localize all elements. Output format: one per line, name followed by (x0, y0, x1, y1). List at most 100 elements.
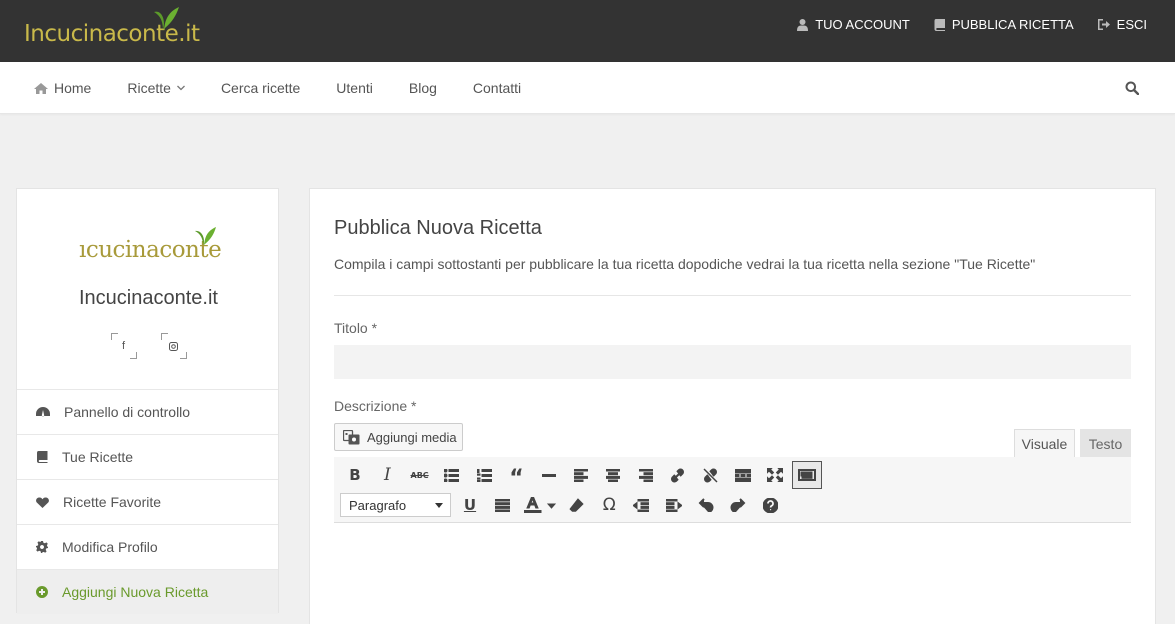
menu-item-my-recipes[interactable]: Tue Ricette (17, 434, 278, 479)
add-media-button[interactable]: Aggiungi media (334, 423, 463, 451)
home-icon (34, 82, 48, 94)
justify-button[interactable] (487, 491, 517, 519)
nav-item-home-label: Home (54, 80, 92, 96)
search-icon[interactable] (1125, 81, 1139, 95)
heart-icon (36, 496, 49, 508)
format-select-value: Paragrafo (349, 497, 407, 513)
nav-item-blog[interactable]: Blog (409, 80, 437, 96)
menu-item-favorites-label: Ricette Favorite (63, 494, 162, 510)
description-label: Descrizione * (334, 398, 417, 414)
bold-button[interactable]: B (340, 461, 370, 489)
nav-item-home[interactable]: Home (34, 80, 91, 96)
underline-icon: U (463, 496, 477, 514)
numbered-list-button[interactable] (469, 461, 499, 489)
bullet-list-icon (444, 468, 460, 482)
instagram-link[interactable] (160, 333, 187, 359)
logout-link[interactable]: ESCI (1097, 17, 1147, 32)
top-bar: Incucinaconte.it TUO ACCOUNT PUBBLICA RI… (0, 0, 1175, 62)
read-more-button[interactable] (728, 461, 758, 489)
underline-button[interactable]: U (455, 491, 485, 519)
clear-formatting-button[interactable] (562, 491, 592, 519)
undo-icon (698, 498, 714, 512)
profile-avatar: ıcucinaconte (79, 225, 222, 265)
divider (334, 295, 1131, 296)
bold-icon: B (349, 466, 361, 484)
horizontal-line-button[interactable] (534, 461, 564, 489)
nav-item-ricette-label: Ricette (127, 80, 171, 96)
toolbar-toggle-button[interactable] (792, 461, 823, 489)
leaves-icon (154, 7, 179, 32)
publish-recipe-link[interactable]: PUBBLICA RICETTA (934, 17, 1074, 32)
menu-item-add-recipe[interactable]: Aggiungi Nuova Ricetta (17, 569, 278, 614)
outdent-button[interactable] (626, 491, 656, 519)
menu-item-favorites[interactable]: Ricette Favorite (17, 479, 278, 524)
text-color-button[interactable] (520, 491, 560, 519)
sign-out-icon (1097, 19, 1110, 30)
plus-circle-icon (36, 586, 48, 598)
blockquote-icon: “ (509, 466, 524, 491)
main-nav: Home Ricette Cerca ricette Utenti Blog C… (0, 62, 1175, 114)
account-links: TUO ACCOUNT PUBBLICA RICETTA ESCI (797, 17, 1147, 32)
text-color-icon (523, 497, 556, 513)
facebook-link[interactable]: f (110, 333, 137, 359)
nav-item-cerca-ricette[interactable]: Cerca ricette (221, 80, 300, 96)
page-title: Pubblica Nuova Ricetta (334, 217, 542, 239)
logout-label: ESCI (1116, 17, 1147, 32)
insert-link-button[interactable] (663, 461, 693, 489)
book-icon (934, 18, 945, 31)
help-button[interactable] (756, 491, 786, 519)
horizontal-line-icon (541, 473, 556, 477)
tab-visual[interactable]: Visuale (1014, 429, 1075, 458)
redo-icon (730, 498, 746, 512)
description-editor[interactable] (334, 524, 1131, 624)
social-links: f (17, 333, 280, 359)
strikethrough-button[interactable]: ABC (405, 461, 435, 489)
account-link-label: TUO ACCOUNT (815, 17, 910, 32)
nav-item-contatti[interactable]: Contatti (473, 80, 521, 96)
facebook-icon: f (121, 340, 126, 352)
align-left-button[interactable] (566, 461, 596, 489)
omega-icon: Ω (602, 495, 616, 515)
blockquote-button[interactable]: “ (501, 461, 531, 491)
format-select[interactable]: Paragrafo (340, 493, 451, 517)
redo-button[interactable] (723, 491, 753, 519)
book-icon (37, 451, 48, 463)
gear-icon (36, 541, 48, 553)
menu-item-dashboard[interactable]: Pannello di controllo (17, 389, 278, 434)
user-icon (797, 18, 809, 31)
menu-item-add-recipe-label: Aggiungi Nuova Ricetta (62, 584, 209, 600)
toolbar-row-1: B I ABC “ (340, 461, 824, 491)
link-icon (671, 468, 685, 482)
nav-item-utenti[interactable]: Utenti (336, 80, 373, 96)
italic-button[interactable]: I (372, 461, 402, 489)
italic-icon: I (383, 465, 391, 485)
help-icon (763, 497, 779, 513)
strikethrough-icon: ABC (410, 470, 429, 480)
read-more-icon (734, 468, 751, 482)
nav-item-utenti-label: Utenti (336, 80, 373, 96)
nav-item-blog-label: Blog (408, 80, 437, 96)
unlink-icon (703, 467, 718, 483)
bullet-list-button[interactable] (437, 461, 467, 489)
align-center-button[interactable] (598, 461, 628, 489)
align-right-button[interactable] (631, 461, 661, 489)
title-input[interactable] (334, 345, 1131, 379)
indent-button[interactable] (659, 491, 689, 519)
remove-link-button[interactable] (695, 461, 725, 489)
menu-item-edit-profile[interactable]: Modifica Profilo (17, 524, 278, 569)
undo-button[interactable] (691, 491, 721, 519)
menu-item-dashboard-label: Pannello di controllo (64, 404, 191, 420)
menu-item-my-recipes-label: Tue Ricette (62, 449, 134, 465)
eraser-icon (569, 497, 585, 512)
title-label: Titolo * (334, 320, 378, 336)
page-description: Compila i campi sottostanti per pubblica… (334, 256, 1036, 272)
account-link[interactable]: TUO ACCOUNT (797, 17, 910, 32)
profile-name: Incucinaconte.it (79, 287, 218, 309)
tab-text[interactable]: Testo (1080, 429, 1131, 458)
nav-item-ricette[interactable]: Ricette (127, 80, 185, 96)
dropdown-arrow-icon (435, 502, 443, 508)
chevron-down-icon (176, 85, 185, 91)
align-center-icon (606, 468, 621, 482)
special-character-button[interactable]: Ω (594, 491, 624, 519)
fullscreen-button[interactable] (760, 461, 790, 489)
